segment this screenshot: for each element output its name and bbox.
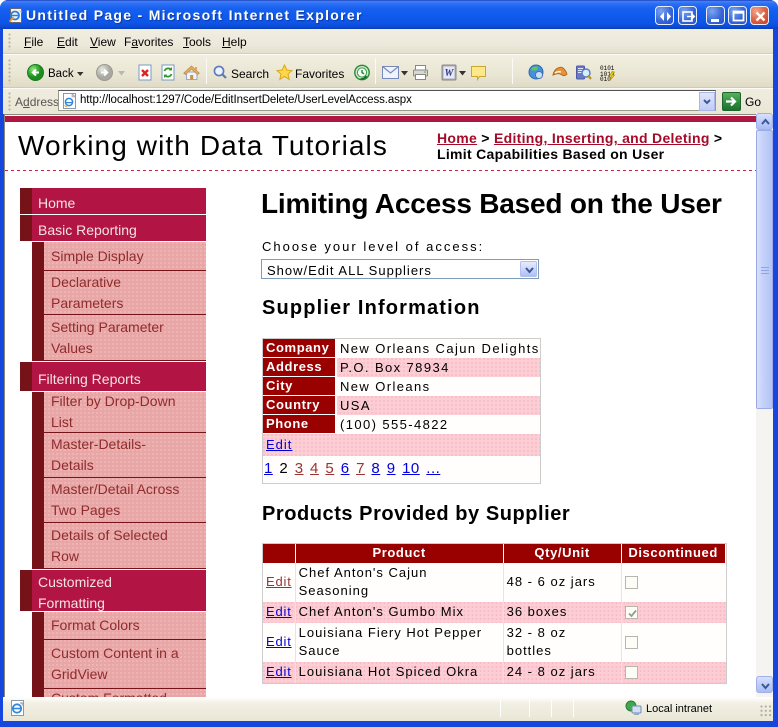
svg-text:W: W	[445, 68, 455, 79]
